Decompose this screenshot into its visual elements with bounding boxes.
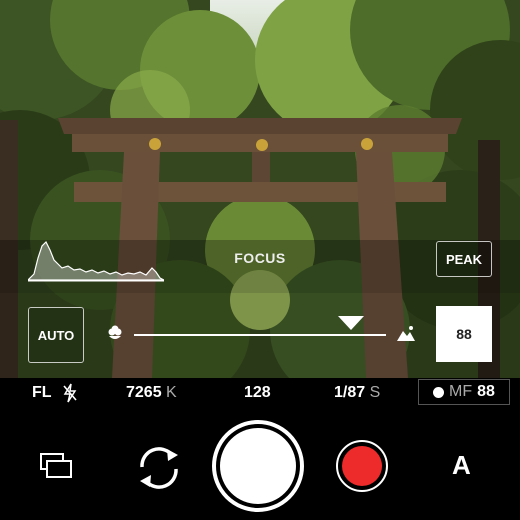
- shutter-value: 1/87: [334, 384, 366, 401]
- flip-camera-icon[interactable]: [132, 443, 186, 493]
- focus-peaking-button[interactable]: PEAK: [436, 241, 492, 277]
- mountain-landscape-icon: [397, 326, 415, 341]
- focus-value: 88: [456, 326, 472, 342]
- exposure-mode-button[interactable]: A: [452, 450, 471, 481]
- histogram: [28, 240, 164, 282]
- camera-controls: A: [0, 408, 520, 520]
- peak-label: PEAK: [445, 251, 483, 267]
- auto-focus-button[interactable]: AUTO: [28, 307, 84, 363]
- white-balance-unit: K: [166, 384, 177, 401]
- focus-value-box[interactable]: 88: [436, 306, 492, 362]
- record-indicator-dot: [433, 386, 445, 398]
- macro-flower-icon: [108, 325, 122, 339]
- focus-mode-value: 88: [477, 383, 495, 400]
- camera-status-bar: FL 7265 K 128 1/87 S MF 88: [0, 378, 520, 408]
- auto-label: AUTO: [37, 327, 75, 343]
- gallery-icon[interactable]: [40, 452, 74, 480]
- record-button[interactable]: [336, 440, 388, 492]
- record-button-inner: [342, 446, 382, 486]
- flash-off-icon[interactable]: [62, 383, 78, 403]
- shutter-button[interactable]: [212, 420, 304, 512]
- shutter-button-inner: [220, 428, 296, 504]
- focus-mode-label: MF: [449, 383, 473, 400]
- focus-label: FOCUS: [234, 250, 286, 266]
- focus-slider-thumb[interactable]: [336, 314, 366, 332]
- white-balance-value: 7265: [126, 384, 162, 401]
- iso-value[interactable]: 128: [244, 384, 271, 402]
- focus-mode-readout[interactable]: MF 88: [418, 379, 510, 405]
- shutter-readout[interactable]: 1/87 S: [334, 384, 380, 402]
- focus-slider-track[interactable]: [134, 334, 386, 336]
- white-balance-readout[interactable]: 7265 K: [126, 384, 177, 402]
- flash-label[interactable]: FL: [32, 384, 52, 402]
- shutter-unit: S: [369, 384, 381, 401]
